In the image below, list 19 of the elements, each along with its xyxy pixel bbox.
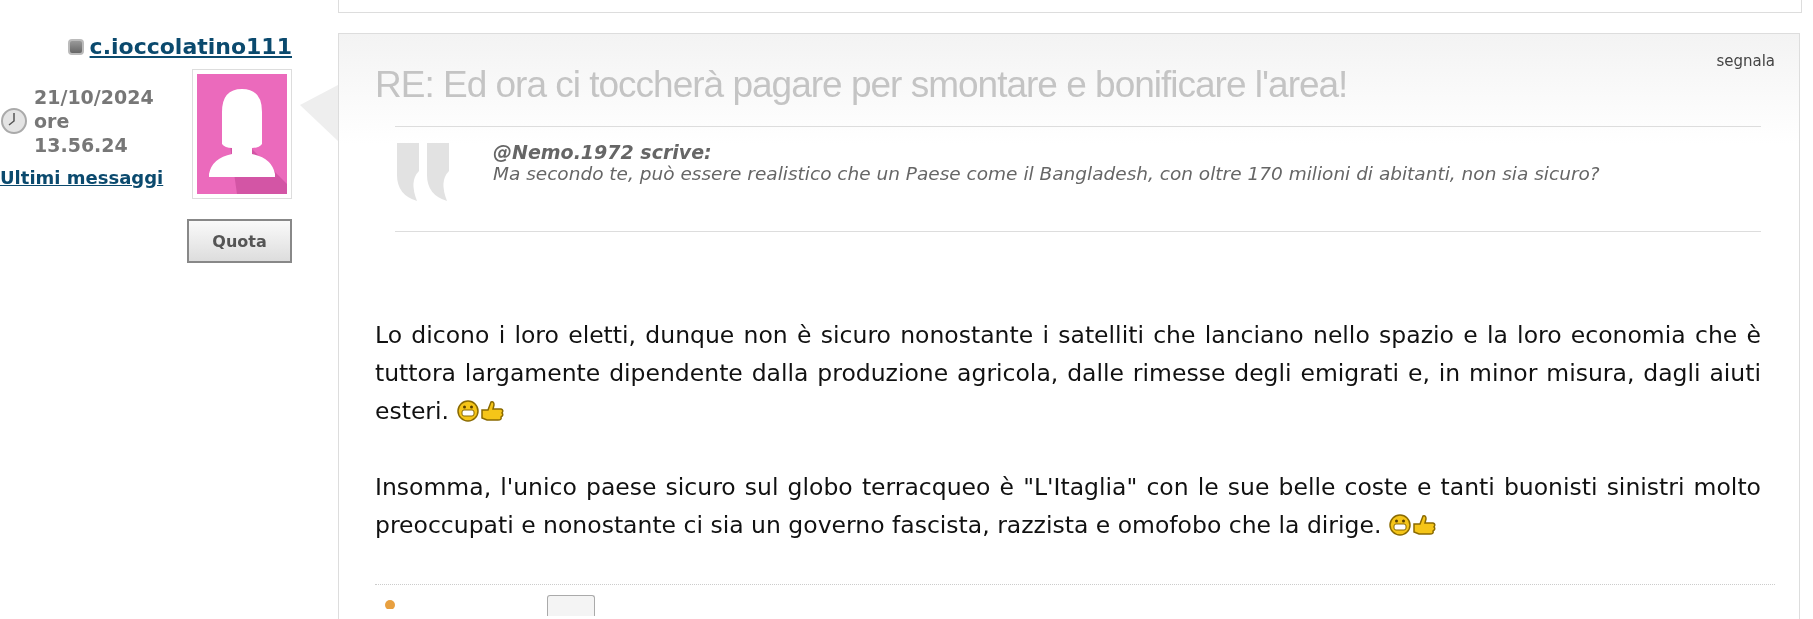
- user-icon[interactable]: [383, 599, 397, 609]
- quote-author: @Nemo.1972 scrive:: [493, 141, 713, 163]
- clock-icon: [0, 107, 28, 135]
- quote-mark-icon: [395, 141, 451, 203]
- username-link[interactable]: c.ioccolatino111: [89, 34, 292, 59]
- footer-button[interactable]: [547, 595, 595, 616]
- grin-emoticon-icon: [456, 400, 479, 422]
- quote-button[interactable]: Quota: [187, 219, 292, 263]
- thumbs-up-icon: [1410, 514, 1437, 536]
- recent-posts-link[interactable]: Ultimi messaggi: [0, 167, 164, 188]
- grin-emoticon-icon: [1388, 514, 1411, 536]
- thumbs-up-icon: [478, 400, 505, 422]
- post-paragraph: Insomma, l'unico paese sicuro sul globo terracqueo è "L'Itaglia" con le sue belle coste e tanti buonisti sinistri molto preoccupati e nonostante ci sia un governo fascista, razzista e omofobo che la dirige.: [375, 472, 1761, 541]
- quote-text: Ma secondo te, può essere realistico che un Paese come il Bangladesh, con oltre 170 milioni di abitanti, non sia sicuro?: [493, 163, 1600, 184]
- post-date: 21/10/2024 ore 13.56.24: [34, 85, 154, 157]
- status-icon: [67, 38, 84, 55]
- post-paragraph: Lo dicono i loro eletti, dunque non è sicuro nonostante i satelliti che lanciano nello spazio e la loro economia che è tuttora largamente dipendente dalla produzione agricola, dalle rimesse degli emigrati e, in minor misura, dagli aiuti esteri.: [375, 320, 1761, 427]
- report-link[interactable]: segnala: [1716, 52, 1775, 70]
- avatar-silhouette-icon: [197, 74, 287, 194]
